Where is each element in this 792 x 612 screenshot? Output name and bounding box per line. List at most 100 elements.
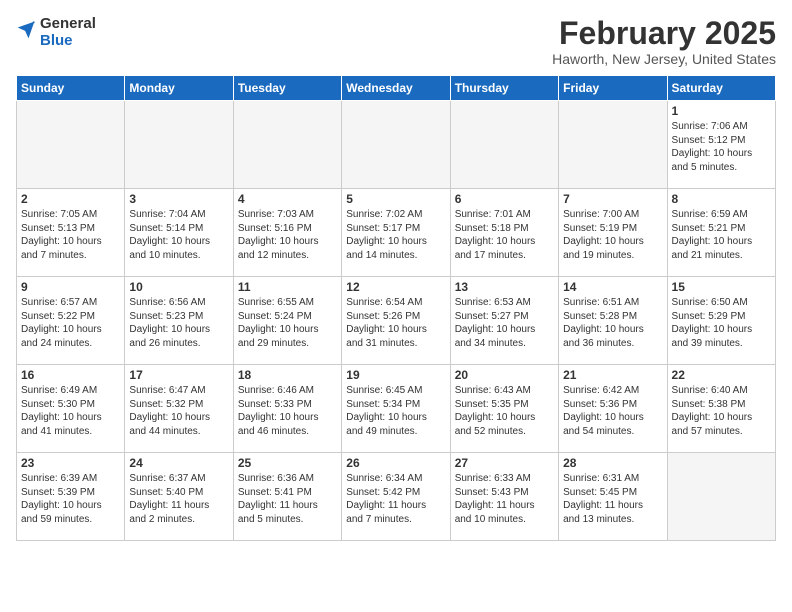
col-tuesday: Tuesday [233,76,341,101]
day-info: Sunrise: 6:40 AM Sunset: 5:38 PM Dayligh… [672,384,771,438]
day-info: Sunrise: 6:45 AM Sunset: 5:34 PM Dayligh… [346,384,445,438]
day-number: 1 [672,104,771,118]
calendar-cell: 1 Sunrise: 7:06 AM Sunset: 5:12 PM Daylig… [667,101,775,189]
day-info: Sunrise: 6:54 AM Sunset: 5:26 PM Dayligh… [346,296,445,350]
bird-icon [16,20,36,40]
day-info: Sunrise: 7:00 AM Sunset: 5:19 PM Dayligh… [563,208,662,262]
day-info: Sunrise: 6:33 AM Sunset: 5:43 PM Dayligh… [455,472,554,526]
calendar-cell: 13Sunrise: 6:53 AM Sunset: 5:27 PM Dayli… [450,277,558,365]
day-number: 3 [129,192,228,206]
calendar-cell: 24Sunrise: 6:37 AM Sunset: 5:40 PM Dayli… [125,453,233,541]
day-info: Sunrise: 7:05 AM Sunset: 5:13 PM Dayligh… [21,208,120,262]
day-info: Sunrise: 7:04 AM Sunset: 5:14 PM Dayligh… [129,208,228,262]
day-number: 6 [455,192,554,206]
col-sunday: Sunday [17,76,125,101]
calendar-cell: 28 Sunrise: 6:31 AM Sunset: 5:45 PM Dayli… [559,453,667,541]
day-info: Sunrise: 6:56 AM Sunset: 5:23 PM Dayligh… [129,296,228,350]
calendar-header-row: Sunday Monday Tuesday Wednesday Thursday… [17,76,776,101]
calendar-cell [233,101,341,189]
day-info: Sunrise: 6:50 AM Sunset: 5:29 PM Dayligh… [672,296,771,350]
day-info: Sunrise: 6:47 AM Sunset: 5:32 PM Dayligh… [129,384,228,438]
calendar-cell: 22 Sunrise: 6:40 AM Sunset: 5:38 PM Dayli… [667,365,775,453]
page-header: General Blue February 2025 Haworth, New … [16,16,776,67]
day-number: 22 [672,368,771,382]
calendar-cell: 10 Sunrise: 6:56 AM Sunset: 5:23 PM Dayli… [125,277,233,365]
calendar-cell: 14 Sunrise: 6:51 AM Sunset: 5:28 PM Dayli… [559,277,667,365]
day-info: Sunrise: 6:43 AM Sunset: 5:35 PM Dayligh… [455,384,554,438]
day-number: 14 [563,280,662,294]
day-number: 15 [672,280,771,294]
day-number: 20 [455,368,554,382]
calendar-week-3: 16Sunrise: 6:49 AM Sunset: 5:30 PM Dayli… [17,365,776,453]
calendar-table: Sunday Monday Tuesday Wednesday Thursday… [16,75,776,541]
logo: General Blue [16,16,96,49]
col-thursday: Thursday [450,76,558,101]
day-number: 23 [21,456,120,470]
day-info: Sunrise: 6:39 AM Sunset: 5:39 PM Dayligh… [21,472,120,526]
day-info: Sunrise: 6:53 AM Sunset: 5:27 PM Dayligh… [455,296,554,350]
day-info: Sunrise: 6:37 AM Sunset: 5:40 PM Dayligh… [129,472,228,526]
day-info: Sunrise: 6:57 AM Sunset: 5:22 PM Dayligh… [21,296,120,350]
day-info: Sunrise: 7:03 AM Sunset: 5:16 PM Dayligh… [238,208,337,262]
col-wednesday: Wednesday [342,76,450,101]
col-friday: Friday [559,76,667,101]
day-number: 2 [21,192,120,206]
calendar-cell: 8 Sunrise: 6:59 AM Sunset: 5:21 PM Daylig… [667,189,775,277]
location: Haworth, New Jersey, United States [552,51,776,67]
calendar-cell: 9 Sunrise: 6:57 AM Sunset: 5:22 PM Daylig… [17,277,125,365]
calendar-cell: 4 Sunrise: 7:03 AM Sunset: 5:16 PM Daylig… [233,189,341,277]
day-number: 4 [238,192,337,206]
day-number: 10 [129,280,228,294]
day-number: 9 [21,280,120,294]
day-info: Sunrise: 7:01 AM Sunset: 5:18 PM Dayligh… [455,208,554,262]
calendar-cell [17,101,125,189]
day-number: 5 [346,192,445,206]
day-info: Sunrise: 7:02 AM Sunset: 5:17 PM Dayligh… [346,208,445,262]
col-saturday: Saturday [667,76,775,101]
calendar-week-4: 23 Sunrise: 6:39 AM Sunset: 5:39 PM Dayli… [17,453,776,541]
calendar-cell: 3 Sunrise: 7:04 AM Sunset: 5:14 PM Daylig… [125,189,233,277]
day-number: 18 [238,368,337,382]
calendar-cell: 21 Sunrise: 6:42 AM Sunset: 5:36 PM Dayli… [559,365,667,453]
calendar-cell: 6 Sunrise: 7:01 AM Sunset: 5:18 PM Daylig… [450,189,558,277]
day-number: 17 [129,368,228,382]
day-info: Sunrise: 6:42 AM Sunset: 5:36 PM Dayligh… [563,384,662,438]
day-number: 7 [563,192,662,206]
calendar-cell [342,101,450,189]
calendar-cell: 12 Sunrise: 6:54 AM Sunset: 5:26 PM Dayli… [342,277,450,365]
calendar-cell: 19 Sunrise: 6:45 AM Sunset: 5:34 PM Dayli… [342,365,450,453]
day-number: 19 [346,368,445,382]
calendar-cell: 27 Sunrise: 6:33 AM Sunset: 5:43 PM Dayli… [450,453,558,541]
calendar-cell: 11 Sunrise: 6:55 AM Sunset: 5:24 PM Dayli… [233,277,341,365]
day-number: 8 [672,192,771,206]
day-number: 27 [455,456,554,470]
day-info: Sunrise: 7:06 AM Sunset: 5:12 PM Dayligh… [672,120,771,174]
day-info: Sunrise: 6:49 AM Sunset: 5:30 PM Dayligh… [21,384,120,438]
day-info: Sunrise: 6:55 AM Sunset: 5:24 PM Dayligh… [238,296,337,350]
calendar-cell: 25Sunrise: 6:36 AM Sunset: 5:41 PM Dayli… [233,453,341,541]
calendar-cell [559,101,667,189]
month-title: February 2025 [552,16,776,51]
calendar-cell: 26Sunrise: 6:34 AM Sunset: 5:42 PM Dayli… [342,453,450,541]
day-number: 28 [563,456,662,470]
day-number: 21 [563,368,662,382]
calendar-cell: 18Sunrise: 6:46 AM Sunset: 5:33 PM Dayli… [233,365,341,453]
day-number: 25 [238,456,337,470]
day-number: 11 [238,280,337,294]
day-info: Sunrise: 6:31 AM Sunset: 5:45 PM Dayligh… [563,472,662,526]
day-info: Sunrise: 6:51 AM Sunset: 5:28 PM Dayligh… [563,296,662,350]
calendar-cell: 17 Sunrise: 6:47 AM Sunset: 5:32 PM Dayli… [125,365,233,453]
logo-general: General [40,16,96,33]
calendar-cell: 7 Sunrise: 7:00 AM Sunset: 5:19 PM Daylig… [559,189,667,277]
calendar-week-0: 1 Sunrise: 7:06 AM Sunset: 5:12 PM Daylig… [17,101,776,189]
calendar-cell: 16Sunrise: 6:49 AM Sunset: 5:30 PM Dayli… [17,365,125,453]
calendar-week-2: 9 Sunrise: 6:57 AM Sunset: 5:22 PM Daylig… [17,277,776,365]
page-container: General Blue February 2025 Haworth, New … [0,0,792,612]
day-info: Sunrise: 6:59 AM Sunset: 5:21 PM Dayligh… [672,208,771,262]
col-monday: Monday [125,76,233,101]
calendar-cell [667,453,775,541]
title-block: February 2025 Haworth, New Jersey, Unite… [552,16,776,67]
logo-blue: Blue [40,33,96,50]
day-number: 12 [346,280,445,294]
calendar-cell [125,101,233,189]
